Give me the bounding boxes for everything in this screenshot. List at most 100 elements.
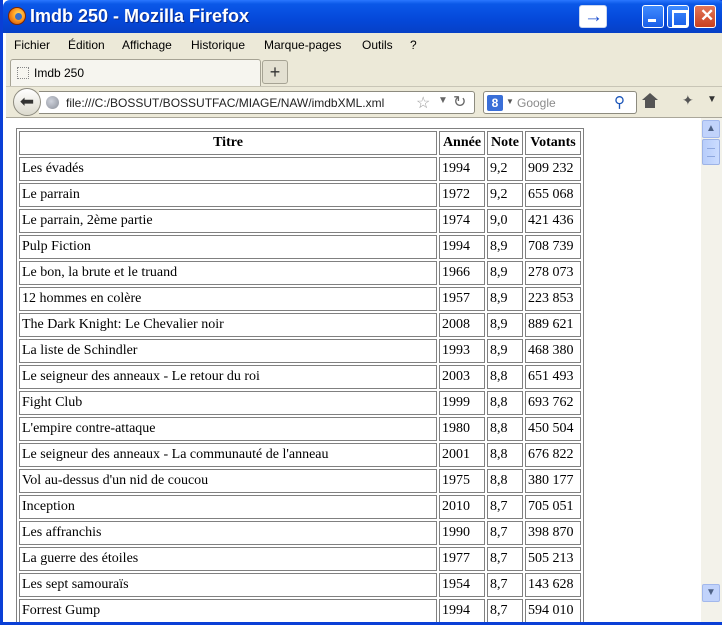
- cell-titre: Inception: [19, 495, 437, 519]
- tab-label: Imdb 250: [34, 66, 85, 80]
- search-engine-dropdown-icon[interactable]: ▼: [506, 97, 514, 106]
- cell-note: 8,9: [487, 313, 523, 337]
- cell-titre: Vol au-dessus d'un nid de coucou: [19, 469, 437, 493]
- header-annee: Année: [439, 131, 485, 155]
- star-icon[interactable]: ☆: [416, 93, 430, 113]
- menu-marque-pages[interactable]: Marque-pages: [264, 38, 341, 52]
- table-row: Pulp Fiction 1994 8,9 708 739: [19, 235, 581, 259]
- movies-table: Titre Année Note Votants Les évadés 1994 9…: [16, 128, 584, 622]
- cell-titre: Le seigneur des anneaux - La communauté …: [19, 443, 437, 467]
- table-row: Les évadés 1994 9,2 909 232: [19, 157, 581, 181]
- header-titre: Titre: [19, 131, 437, 155]
- window-title: Imdb 250 - Mozilla Firefox: [30, 6, 250, 26]
- cell-votants: 143 628: [525, 573, 581, 597]
- tab-strip: Imdb 250 +: [6, 57, 722, 87]
- table-row: L'empire contre-attaque 1980 8,8 450 504: [19, 417, 581, 441]
- firefox-logo-icon[interactable]: [8, 7, 26, 25]
- menu-historique[interactable]: Historique: [191, 38, 245, 52]
- table-row: Le seigneur des anneaux - Le retour du r…: [19, 365, 581, 389]
- cell-note: 8,8: [487, 365, 523, 389]
- maximize-button[interactable]: [667, 5, 689, 28]
- close-button[interactable]: ✕: [694, 5, 716, 28]
- addon-icon[interactable]: ✦: [682, 92, 694, 109]
- search-input[interactable]: Google: [517, 96, 556, 110]
- cell-votants: 693 762: [525, 391, 581, 415]
- cell-note: 8,7: [487, 521, 523, 545]
- url-dropdown-icon[interactable]: ▼: [438, 95, 448, 106]
- restore-down-button[interactable]: →: [579, 5, 607, 28]
- cell-votants: 909 232: [525, 157, 581, 181]
- cell-note: 8,7: [487, 495, 523, 519]
- cell-annee: 1994: [439, 235, 485, 259]
- globe-icon[interactable]: [46, 96, 59, 109]
- cell-annee: 1994: [439, 157, 485, 181]
- table-row: Le parrain 1972 9,2 655 068: [19, 183, 581, 207]
- cell-note: 8,8: [487, 391, 523, 415]
- minimize-button[interactable]: [642, 5, 664, 28]
- toolbar-overflow-icon[interactable]: ▼: [707, 94, 717, 105]
- cell-annee: 1999: [439, 391, 485, 415]
- cell-annee: 1990: [439, 521, 485, 545]
- url-text[interactable]: file:///C:/BOSSUT/BOSSUTFAC/MIAGE/NAW/im…: [66, 96, 384, 110]
- cell-votants: 708 739: [525, 235, 581, 259]
- vertical-scrollbar[interactable]: ▲ ▼: [701, 118, 722, 622]
- cell-titre: La liste de Schindler: [19, 339, 437, 363]
- cell-annee: 1994: [439, 599, 485, 622]
- table-row: La liste de Schindler 1993 8,9 468 380: [19, 339, 581, 363]
- cell-votants: 505 213: [525, 547, 581, 571]
- menu-affichage[interactable]: Affichage: [122, 38, 172, 52]
- cell-annee: 1957: [439, 287, 485, 311]
- cell-titre: Pulp Fiction: [19, 235, 437, 259]
- home-icon[interactable]: [642, 93, 658, 109]
- table-row: Le bon, la brute et le truand 1966 8,9 278 …: [19, 261, 581, 285]
- cell-votants: 421 436: [525, 209, 581, 233]
- cell-votants: 468 380: [525, 339, 581, 363]
- cell-titre: La guerre des étoiles: [19, 547, 437, 571]
- search-bar[interactable]: 8 ▼ Google ⚲: [483, 91, 637, 114]
- scroll-thumb[interactable]: [702, 139, 720, 165]
- cell-annee: 2003: [439, 365, 485, 389]
- cell-votants: 450 504: [525, 417, 581, 441]
- back-button[interactable]: ⬅: [13, 88, 41, 116]
- cell-annee: 2001: [439, 443, 485, 467]
- magnifier-icon[interactable]: ⚲: [614, 93, 625, 111]
- table-row: The Dark Knight: Le Chevalier noir 2008 8,…: [19, 313, 581, 337]
- menu-fichier[interactable]: Fichier: [14, 38, 50, 52]
- cell-annee: 1993: [439, 339, 485, 363]
- cell-annee: 1980: [439, 417, 485, 441]
- cell-note: 9,0: [487, 209, 523, 233]
- cell-note: 8,8: [487, 417, 523, 441]
- menu-edition[interactable]: Édition: [68, 38, 105, 52]
- cell-votants: 380 177: [525, 469, 581, 493]
- cell-annee: 1966: [439, 261, 485, 285]
- cell-titre: Le parrain, 2ème partie: [19, 209, 437, 233]
- header-note: Note: [487, 131, 523, 155]
- reload-icon[interactable]: ↻: [453, 92, 466, 112]
- cell-note: 8,7: [487, 573, 523, 597]
- cell-annee: 1975: [439, 469, 485, 493]
- back-arrow-icon: ⬅: [19, 92, 35, 111]
- cell-annee: 1972: [439, 183, 485, 207]
- cell-annee: 1954: [439, 573, 485, 597]
- page-favicon-icon: [17, 67, 29, 79]
- scroll-up-button[interactable]: ▲: [702, 120, 720, 138]
- menu-aide[interactable]: ?: [410, 38, 417, 52]
- table-row: Le parrain, 2ème partie 1974 9,0 421 436: [19, 209, 581, 233]
- table-header-row: Titre Année Note Votants: [19, 131, 581, 155]
- table-row: Les sept samouraïs 1954 8,7 143 628: [19, 573, 581, 597]
- scroll-down-button[interactable]: ▼: [702, 584, 720, 602]
- cell-votants: 655 068: [525, 183, 581, 207]
- cell-note: 9,2: [487, 183, 523, 207]
- cell-note: 8,9: [487, 287, 523, 311]
- menu-outils[interactable]: Outils: [362, 38, 393, 52]
- cell-votants: 398 870: [525, 521, 581, 545]
- cell-annee: 1977: [439, 547, 485, 571]
- new-tab-button[interactable]: +: [262, 60, 288, 84]
- google-icon[interactable]: 8: [487, 95, 503, 111]
- url-bar[interactable]: file:///C:/BOSSUT/BOSSUTFAC/MIAGE/NAW/im…: [39, 91, 475, 114]
- browser-window: Imdb 250 - Mozilla Firefox → ✕ Fichier É…: [0, 0, 722, 625]
- cell-titre: The Dark Knight: Le Chevalier noir: [19, 313, 437, 337]
- cell-annee: 2008: [439, 313, 485, 337]
- table-row: Les affranchis 1990 8,7 398 870: [19, 521, 581, 545]
- tab-imdb-250[interactable]: Imdb 250: [10, 59, 261, 87]
